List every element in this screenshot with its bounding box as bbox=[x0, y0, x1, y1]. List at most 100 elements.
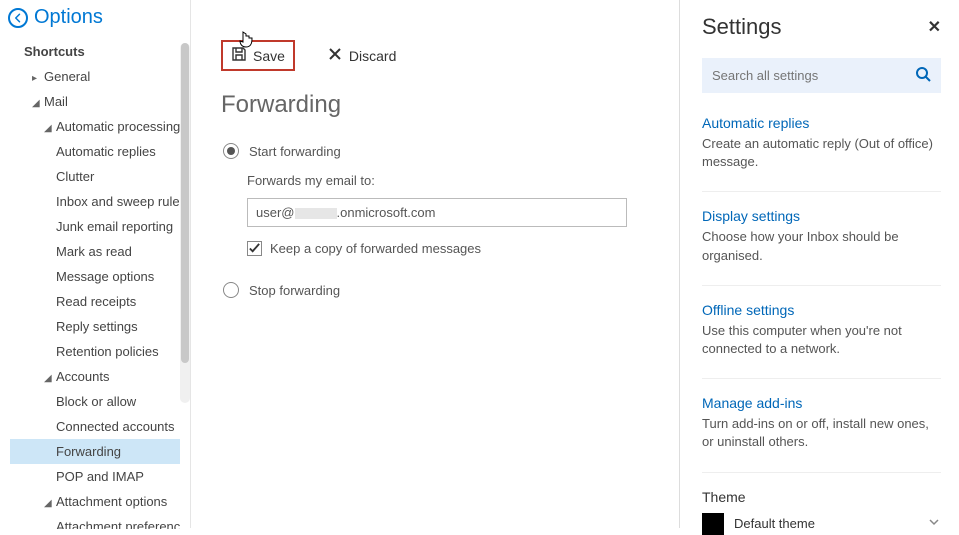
options-title: Options bbox=[34, 6, 103, 29]
start-forwarding-option[interactable]: Start forwarding bbox=[223, 143, 670, 159]
theme-swatch-icon bbox=[702, 513, 724, 535]
stop-forwarding-label: Stop forwarding bbox=[249, 283, 340, 298]
divider bbox=[702, 378, 941, 379]
sidebar-item-label: Automatic replies bbox=[56, 144, 156, 159]
radio-icon bbox=[223, 143, 239, 159]
sidebar-item[interactable]: Junk email reporting bbox=[10, 214, 180, 239]
sidebar-item-label: Mail bbox=[44, 94, 68, 109]
sidebar-item[interactable]: Automatic replies bbox=[10, 139, 180, 164]
theme-selector[interactable]: Default theme bbox=[702, 513, 941, 535]
settings-links: Automatic replies Create an automatic rep… bbox=[702, 115, 941, 473]
sidebar-item[interactable]: Block or allow bbox=[10, 389, 180, 414]
sidebar-item-label: Message options bbox=[56, 269, 154, 284]
sidebar-item[interactable]: ◢Attachment options bbox=[10, 489, 180, 514]
save-button[interactable]: Save bbox=[221, 40, 295, 71]
forward-email-input[interactable]: user@ .onmicrosoft.com bbox=[247, 198, 627, 227]
settings-link-desc: Use this computer when you're not connec… bbox=[702, 322, 941, 358]
discard-button[interactable]: Discard bbox=[319, 42, 404, 69]
close-icon bbox=[327, 46, 343, 65]
sidebar-item-label: Block or allow bbox=[56, 394, 136, 409]
checkbox-icon bbox=[247, 241, 262, 256]
sidebar-item[interactable]: Mark as read bbox=[10, 239, 180, 264]
sidebar-item[interactable]: ◢Automatic processing bbox=[10, 114, 180, 139]
sidebar-item-label: Attachment options bbox=[56, 494, 167, 509]
search-input[interactable] bbox=[712, 68, 915, 83]
sidebar-item-label: Inbox and sweep rules bbox=[56, 194, 180, 209]
divider bbox=[702, 191, 941, 192]
settings-link-desc: Turn add-ins on or off, install new ones… bbox=[702, 415, 941, 451]
close-settings-button[interactable]: ✕ bbox=[928, 17, 941, 37]
email-prefix: user@ bbox=[256, 205, 295, 220]
chevron-down-icon bbox=[927, 515, 941, 532]
sidebar-item-label: Retention policies bbox=[56, 344, 159, 359]
sidebar-item[interactable]: Message options bbox=[10, 264, 180, 289]
arrow-down-icon: ◢ bbox=[32, 98, 42, 109]
sidebar-item-label: Junk email reporting bbox=[56, 219, 173, 234]
redacted-segment bbox=[295, 208, 337, 219]
options-header: Options bbox=[0, 0, 190, 39]
sidebar-item[interactable]: Clutter bbox=[10, 164, 180, 189]
settings-search[interactable] bbox=[702, 58, 941, 93]
arrow-right-icon: ▸ bbox=[32, 73, 42, 84]
stop-forwarding-option[interactable]: Stop forwarding bbox=[223, 282, 670, 298]
forward-to-block: Forwards my email to: user@ .onmicrosoft.… bbox=[247, 173, 670, 256]
settings-panel: Settings ✕ Automatic replies Create an au… bbox=[679, 0, 959, 528]
divider bbox=[702, 472, 941, 473]
radio-icon bbox=[223, 282, 239, 298]
settings-link-desc: Choose how your Inbox should be organise… bbox=[702, 228, 941, 264]
arrow-down-icon: ◢ bbox=[44, 373, 54, 384]
sidebar-item-label: Clutter bbox=[56, 169, 94, 184]
sidebar-item-label: General bbox=[44, 69, 90, 84]
sidebar-item[interactable]: Retention policies bbox=[10, 339, 180, 364]
main-content: Save Discard Forwarding Start forwarding… bbox=[190, 0, 670, 528]
arrow-down-icon: ◢ bbox=[44, 498, 54, 509]
sidebar-item[interactable]: POP and IMAP bbox=[10, 464, 180, 489]
sidebar-item[interactable]: Inbox and sweep rules bbox=[10, 189, 180, 214]
options-nav: Shortcuts▸General◢Mail◢Automatic process… bbox=[0, 39, 190, 529]
settings-link[interactable]: Display settings bbox=[702, 208, 941, 224]
divider bbox=[702, 285, 941, 286]
sidebar-item-label: Automatic processing bbox=[56, 119, 180, 134]
forwards-to-label: Forwards my email to: bbox=[247, 173, 670, 188]
sidebar-item-label: POP and IMAP bbox=[56, 469, 144, 484]
sidebar-item[interactable]: Reply settings bbox=[10, 314, 180, 339]
sidebar-item-label: Reply settings bbox=[56, 319, 138, 334]
sidebar-item[interactable]: Connected accounts bbox=[10, 414, 180, 439]
discard-label: Discard bbox=[349, 48, 396, 64]
theme-value: Default theme bbox=[734, 516, 815, 531]
save-label: Save bbox=[253, 48, 285, 64]
sidebar-item-label: Forwarding bbox=[56, 444, 121, 459]
sidebar-item[interactable]: ◢Accounts bbox=[10, 364, 180, 389]
keep-copy-option[interactable]: Keep a copy of forwarded messages bbox=[247, 241, 670, 256]
sidebar-item[interactable]: Attachment preferences bbox=[10, 514, 180, 529]
sidebar-item-label: Connected accounts bbox=[56, 419, 175, 434]
settings-link[interactable]: Automatic replies bbox=[702, 115, 941, 131]
settings-title: Settings bbox=[702, 14, 782, 40]
email-suffix: .onmicrosoft.com bbox=[337, 205, 436, 220]
sidebar-scrollbar[interactable] bbox=[180, 43, 190, 403]
page-title: Forwarding bbox=[221, 91, 670, 143]
arrow-down-icon: ◢ bbox=[44, 123, 54, 134]
sidebar-item[interactable]: Shortcuts bbox=[10, 39, 180, 64]
toolbar: Save Discard bbox=[221, 0, 670, 91]
sidebar-scroll-thumb[interactable] bbox=[181, 43, 189, 363]
settings-link-desc: Create an automatic reply (Out of office… bbox=[702, 135, 941, 171]
settings-link[interactable]: Manage add-ins bbox=[702, 395, 941, 411]
search-icon[interactable] bbox=[915, 66, 931, 85]
save-icon bbox=[231, 46, 247, 65]
sidebar-item-label: Shortcuts bbox=[24, 44, 85, 59]
start-forwarding-label: Start forwarding bbox=[249, 144, 341, 159]
settings-link[interactable]: Offline settings bbox=[702, 302, 941, 318]
sidebar-item-label: Accounts bbox=[56, 369, 109, 384]
settings-header: Settings ✕ bbox=[702, 14, 941, 40]
sidebar-item-label: Mark as read bbox=[56, 244, 132, 259]
sidebar-item[interactable]: ▸General bbox=[10, 64, 180, 89]
back-icon[interactable] bbox=[8, 8, 28, 28]
theme-heading: Theme bbox=[702, 489, 941, 505]
keep-copy-label: Keep a copy of forwarded messages bbox=[270, 241, 481, 256]
options-sidebar: Options Shortcuts▸General◢Mail◢Automatic… bbox=[0, 0, 190, 528]
sidebar-item[interactable]: Read receipts bbox=[10, 289, 180, 314]
sidebar-item-label: Read receipts bbox=[56, 294, 136, 309]
sidebar-item[interactable]: Forwarding bbox=[10, 439, 180, 464]
sidebar-item[interactable]: ◢Mail bbox=[10, 89, 180, 114]
